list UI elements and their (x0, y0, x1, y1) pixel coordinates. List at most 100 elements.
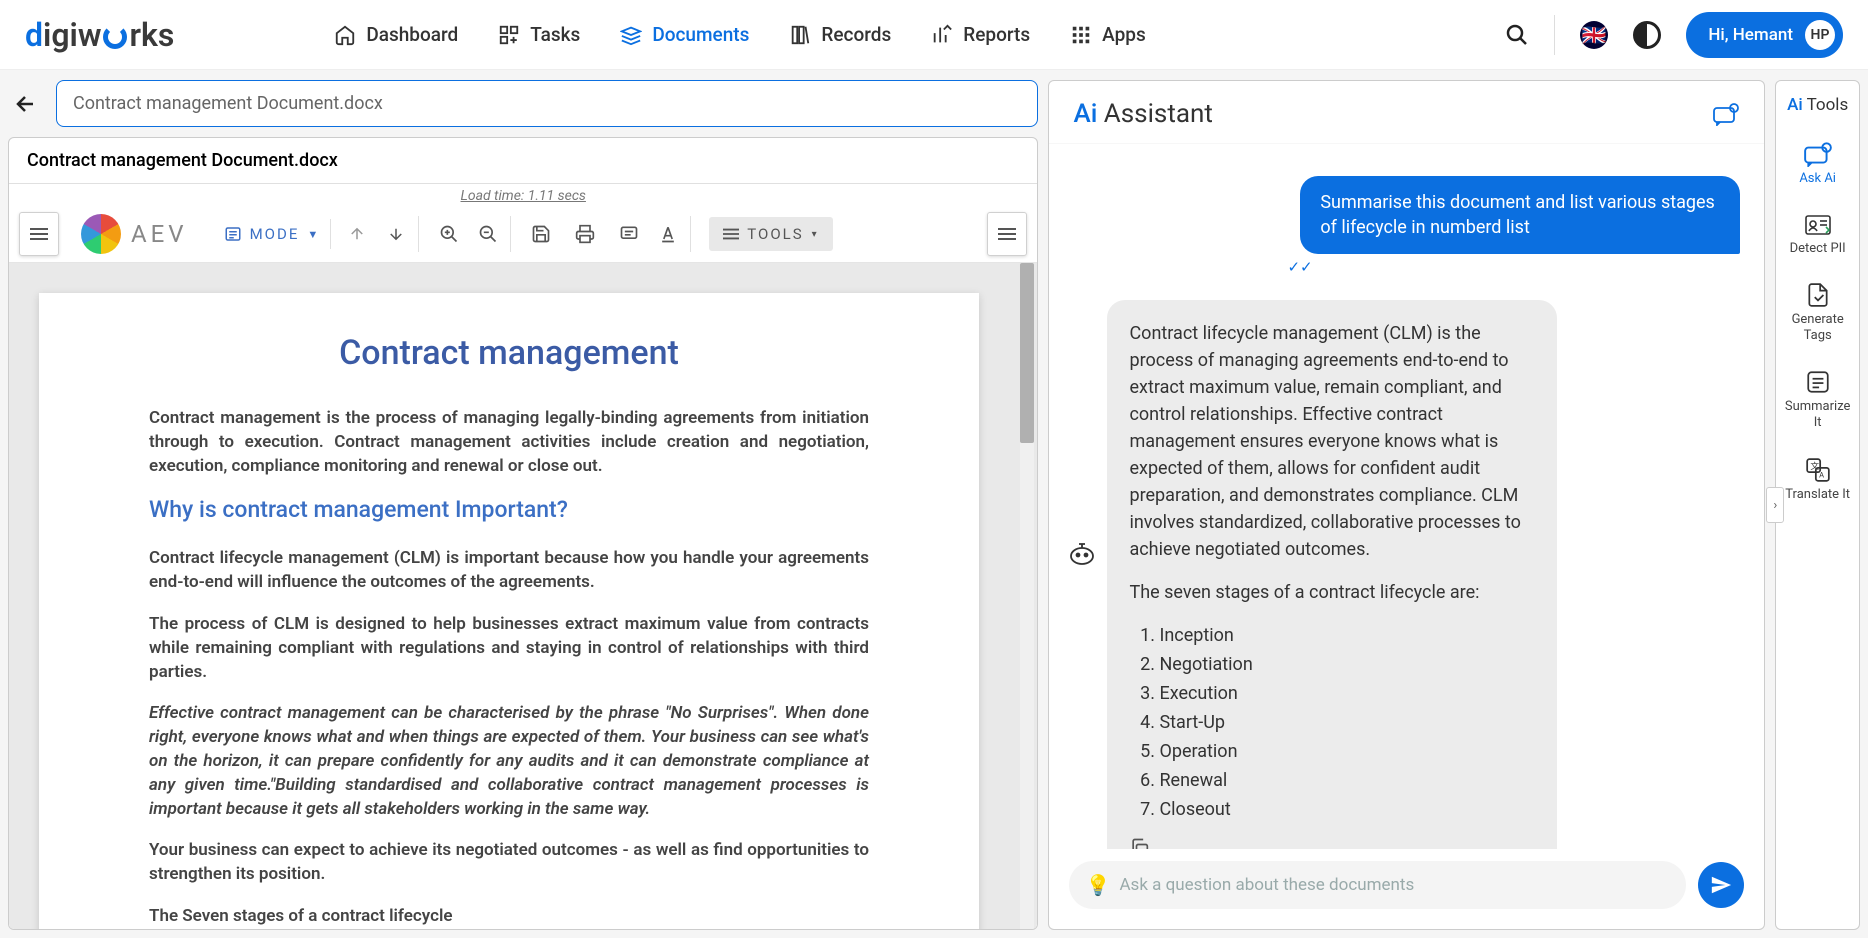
arrow-up-icon (348, 225, 366, 243)
tool-label: Translate It (1785, 487, 1850, 503)
user-greeting: Hi, Hemant (1708, 25, 1793, 45)
tasks-icon (498, 24, 520, 46)
load-time-label: Load time: 1.11 secs (9, 184, 1037, 206)
menu-icon (30, 227, 48, 241)
header-right: 🇬🇧 Hi, Hemant HP (1505, 12, 1843, 58)
ai-header: Ai Assistant (1049, 81, 1764, 144)
list-item: Closeout (1159, 796, 1535, 823)
tool-label: Generate Tags (1780, 312, 1855, 343)
doc-heading-2: Why is contract management Important? (149, 496, 869, 523)
list-item: Renewal (1159, 767, 1535, 794)
text-style-button[interactable] (655, 216, 691, 252)
viewer-toolbar: AEV MODE ▼ (9, 206, 1037, 263)
comment-icon (619, 224, 639, 244)
tools-title-ai: Ai (1787, 95, 1803, 115)
mode-dropdown[interactable]: MODE ▼ (214, 219, 332, 249)
tool-summarize[interactable]: Summarize It (1780, 369, 1855, 430)
tool-ask-ai[interactable]: Ask Ai (1799, 141, 1836, 187)
list-item: Operation (1159, 738, 1535, 765)
save-button[interactable] (523, 216, 559, 252)
brand-logo[interactable]: digiwrks (25, 16, 174, 54)
language-flag-icon[interactable]: 🇬🇧 (1580, 21, 1608, 49)
nav-label: Dashboard (366, 23, 458, 46)
nav-label: Apps (1102, 23, 1146, 46)
theme-toggle-icon[interactable] (1633, 21, 1661, 49)
doc-paragraph: Contract management is the process of ma… (149, 407, 869, 478)
chat-placeholder: Ask a question about these documents (1119, 875, 1414, 895)
text-icon (658, 224, 678, 244)
comment-button[interactable] (611, 216, 647, 252)
chevron-right-icon: › (1773, 498, 1777, 513)
home-icon (334, 24, 356, 46)
nav-tasks[interactable]: Tasks (498, 23, 580, 46)
chat-gear-icon (1712, 102, 1740, 126)
ai-title-prefix: Ai (1073, 99, 1097, 129)
main-nav: Dashboard Tasks Documents Records Report… (334, 23, 1145, 46)
main-area: Contract management Document.docx Contra… (0, 70, 1868, 938)
filename-input[interactable]: Contract management Document.docx (56, 80, 1038, 127)
records-icon (789, 24, 811, 46)
user-message: Summarise this document and list various… (1300, 176, 1740, 254)
send-button[interactable] (1698, 862, 1744, 908)
zoom-in-button[interactable] (431, 216, 467, 252)
print-icon (575, 224, 595, 244)
copy-button[interactable] (1129, 837, 1535, 849)
menu-icon (998, 227, 1016, 241)
nav-apps[interactable]: Apps (1070, 23, 1146, 46)
ai-title-rest: Assistant (1104, 99, 1213, 129)
document-page: Contract management Contract management … (39, 293, 979, 930)
chat-input[interactable]: 💡 Ask a question about these documents (1069, 861, 1686, 909)
user-menu[interactable]: Hi, Hemant HP (1686, 12, 1843, 58)
translate-icon: 文A (1805, 457, 1831, 483)
reports-icon (931, 24, 953, 46)
page-down-button[interactable] (383, 216, 419, 252)
filename-row: Contract management Document.docx (8, 80, 1038, 127)
left-column: Contract management Document.docx Contra… (8, 80, 1038, 930)
print-button[interactable] (567, 216, 603, 252)
back-button[interactable] (8, 92, 44, 116)
right-panel-toggle[interactable] (987, 212, 1027, 256)
doc-heading-1: Contract management (149, 333, 869, 373)
tools-label: TOOLS (747, 225, 803, 243)
tools-title-rest: Tools (1807, 95, 1849, 115)
chevron-down-icon: ▾ (812, 229, 819, 240)
tool-translate[interactable]: 文A Translate It (1785, 457, 1850, 503)
zoom-out-button[interactable] (475, 216, 511, 252)
nav-reports[interactable]: Reports (931, 23, 1030, 46)
search-icon[interactable] (1505, 23, 1529, 47)
bot-avatar-icon (1067, 540, 1097, 570)
ai-message-row: Contract lifecycle management (CLM) is t… (1067, 300, 1740, 849)
aev-text: AEV (131, 220, 188, 248)
scrollbar-thumb[interactable] (1020, 263, 1034, 443)
document-panel: Contract management Document.docx Load t… (8, 137, 1038, 930)
message-status-icon: ✓✓ (1287, 258, 1740, 276)
tool-label: Ask Ai (1799, 171, 1836, 187)
tool-detect-pii[interactable]: Detect PII (1790, 213, 1846, 257)
ai-message: Contract lifecycle management (CLM) is t… (1107, 300, 1557, 849)
id-card-icon (1804, 213, 1832, 237)
divider (1554, 15, 1555, 55)
ai-settings-icon[interactable] (1712, 102, 1740, 126)
page-scroll-area[interactable]: Contract management Contract management … (9, 263, 1037, 930)
nav-records[interactable]: Records (789, 23, 891, 46)
doc-paragraph: Contract lifecycle management (CLM) is i… (149, 547, 869, 595)
list-item: Execution (1159, 680, 1535, 707)
document-viewer: Load time: 1.11 secs AEV MODE ▼ (9, 184, 1037, 930)
doc-panel-title: Contract management Document.docx (9, 138, 1037, 184)
nav-documents[interactable]: Documents (620, 23, 749, 46)
page-up-button[interactable] (339, 216, 375, 252)
tool-generate-tags[interactable]: Generate Tags (1780, 282, 1855, 343)
left-panel-toggle[interactable] (19, 212, 59, 256)
list-item: Start-Up (1159, 709, 1535, 736)
zoom-out-icon (478, 224, 498, 244)
top-header: digiwrks Dashboard Tasks Documents Recor… (0, 0, 1868, 70)
tools-dropdown[interactable]: TOOLS ▾ (709, 217, 832, 251)
doc-paragraph: The process of CLM is designed to help b… (149, 613, 869, 684)
menu-icon (723, 227, 739, 241)
nav-dashboard[interactable]: Dashboard (334, 23, 458, 46)
lightbulb-icon: 💡 (1085, 873, 1110, 897)
documents-icon (620, 24, 642, 46)
nav-label: Tasks (530, 23, 580, 46)
aev-logo: AEV (81, 214, 188, 254)
expand-handle[interactable]: › (1766, 487, 1784, 523)
